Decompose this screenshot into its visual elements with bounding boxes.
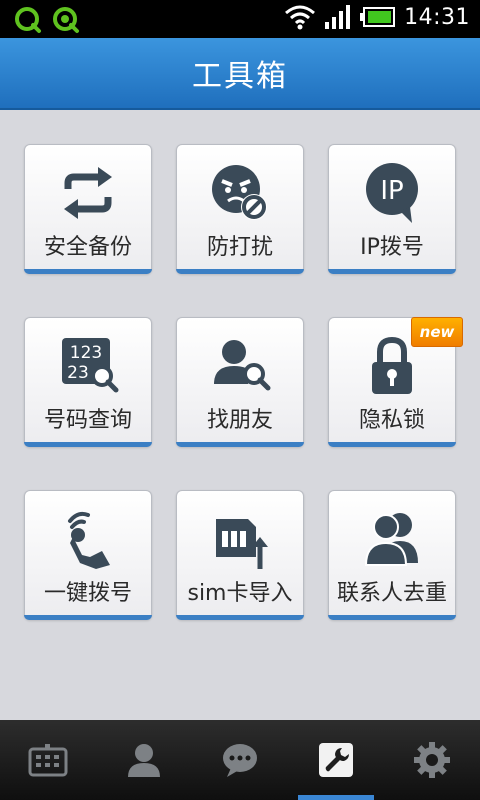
- tool-label: 防打扰: [206, 235, 273, 260]
- page-title: 工具箱: [192, 59, 288, 94]
- toolbox-icon: [319, 743, 353, 777]
- tool-sim-import[interactable]: sim卡导入: [176, 490, 304, 620]
- contact-icon: [128, 744, 160, 777]
- svg-text:123: 123: [70, 343, 102, 363]
- settings-icon: [414, 742, 450, 778]
- status-bar: 14:31: [0, 0, 480, 38]
- tool-contacts-dedupe[interactable]: 联系人去重: [328, 490, 456, 620]
- tool-find-friends[interactable]: 找朋友: [176, 317, 304, 447]
- title-bar: 工具箱: [0, 38, 480, 110]
- tool-label: 一键拨号: [43, 581, 132, 606]
- battery-icon: [360, 6, 396, 28]
- wifi-icon: [284, 4, 316, 30]
- tool-label: IP拨号: [360, 235, 424, 260]
- number-search-icon: 123 23: [62, 338, 119, 393]
- tool-label: 联系人去重: [336, 581, 447, 606]
- new-badge: new: [411, 317, 463, 347]
- nav-messages[interactable]: [192, 720, 288, 800]
- tool-label: 找朋友: [206, 408, 273, 433]
- person-search-icon: [214, 340, 271, 391]
- tool-label: 隐私锁: [358, 408, 425, 433]
- touch-dial-icon: [68, 511, 110, 569]
- tool-ip-dial[interactable]: IP IP拨号: [328, 144, 456, 274]
- tool-label: 安全备份: [43, 235, 132, 260]
- svg-text:IP: IP: [380, 176, 403, 206]
- qq-browser-icon: [52, 6, 80, 34]
- tool-number-lookup[interactable]: 123 23 号码查询: [24, 317, 152, 447]
- tool-one-touch-dial[interactable]: 一键拨号: [24, 490, 152, 620]
- nav-toolbox[interactable]: [288, 720, 384, 800]
- status-time: 14:31: [404, 4, 470, 30]
- tool-do-not-disturb[interactable]: 防打扰: [176, 144, 304, 274]
- ip-bubble-icon: IP: [366, 163, 418, 223]
- qq-icon: [14, 6, 42, 34]
- nav-settings[interactable]: [384, 720, 480, 800]
- signal-icon: [324, 4, 352, 30]
- keypad-icon: [28, 744, 68, 777]
- contacts-dedupe-icon: [364, 513, 418, 566]
- tool-grid: 安全备份 防打扰 IP IP拨号 123 23 号码查询 找朋友 隐私锁 new…: [24, 144, 463, 624]
- message-icon: [223, 744, 257, 777]
- sync-icon: [64, 167, 112, 219]
- bottom-nav: [0, 720, 480, 800]
- nav-contacts[interactable]: [96, 720, 192, 800]
- tool-backup[interactable]: 安全备份: [24, 144, 152, 274]
- sim-import-icon: [216, 519, 268, 569]
- tool-label: 号码查询: [43, 408, 132, 433]
- block-face-icon: [212, 165, 267, 220]
- nav-keypad[interactable]: [0, 720, 96, 800]
- tool-privacy-lock[interactable]: 隐私锁 new: [328, 317, 463, 447]
- tool-label: sim卡导入: [187, 581, 293, 606]
- svg-text:23: 23: [67, 363, 89, 383]
